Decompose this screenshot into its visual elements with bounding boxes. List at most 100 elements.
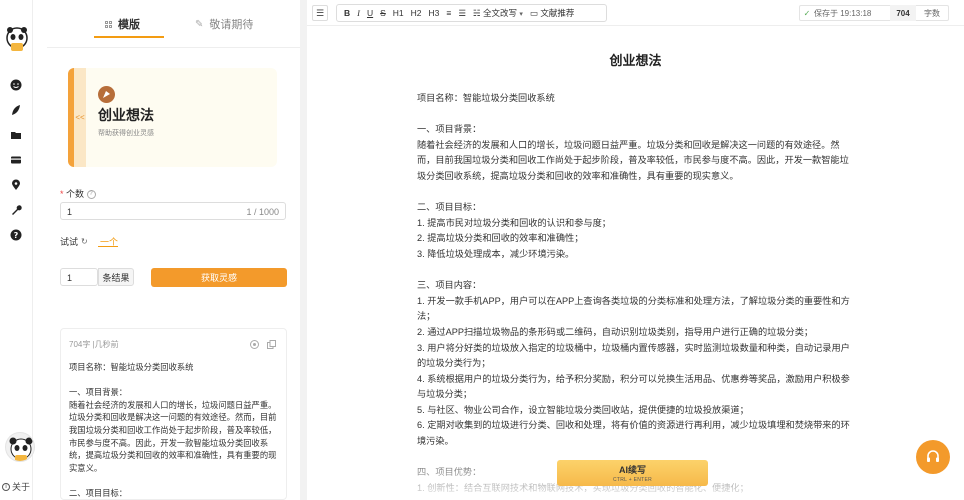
pen-icon: ✎ <box>195 18 204 30</box>
avatar[interactable] <box>5 432 35 462</box>
target-icon[interactable] <box>249 339 259 349</box>
result-count-input[interactable]: 1 <box>60 268 98 286</box>
ai-shortcut-hint: CTRL + ENTER <box>612 477 653 483</box>
document-title[interactable]: 创业想法 <box>307 50 964 69</box>
help-icon[interactable]: ? <box>9 228 23 242</box>
result-content: 项目名称：智能垃圾分类回收系统一、项目背景： 随着社会经济的发展和人口的增长，垃圾… <box>69 361 281 499</box>
h1-button[interactable]: H1 <box>393 8 404 18</box>
doc-paragraph[interactable]: 项目名称：智能垃圾分类回收系统 <box>417 91 853 107</box>
refresh-icon[interactable]: ↻ <box>81 237 88 246</box>
card-icon[interactable] <box>9 153 23 167</box>
tab-coming-label: 敬请期待 <box>209 19 254 31</box>
doc-paragraph[interactable]: 三、项目内容： 1. 开发一款手机APP，用户可以在APP上查询各类垃圾的分类标准… <box>417 278 853 450</box>
check-icon: ✓ <box>803 8 811 18</box>
ai-continue-button[interactable]: AI续写 CTRL + ENTER <box>557 460 708 486</box>
doc-line: 3. 用户将分好类的垃圾放入指定的垃圾桶中，垃圾桶内置传感器，实时监测垃圾数量和… <box>417 342 850 369</box>
h2-button[interactable]: H2 <box>411 8 422 18</box>
word-count-unit: 字数 <box>924 8 940 18</box>
doc-line: 2. 通过APP扫描垃圾物品的条形码或二维码，自动识别垃圾类别，指导用户进行正确… <box>417 326 814 337</box>
doc-paragraph[interactable]: 一、项目背景： 随着社会经济的发展和人口的增长，垃圾问题日益严重。垃圾分类和回收是… <box>417 122 853 184</box>
question-icon[interactable]: ? <box>86 190 96 200</box>
rewrite-button[interactable]: ☵ 全文改写 ▾ <box>473 7 523 19</box>
doc-line: 3. 降低垃圾处理成本，减少环境污染。 <box>417 248 575 259</box>
card-subtitle: 帮助获得创业灵感 <box>98 130 154 137</box>
doc-line: 6. 定期对收集到的垃圾进行分类、回收和处理，将有价值的资源进行再利用，减少垃圾… <box>417 420 850 447</box>
grid-icon <box>105 20 112 28</box>
rewrite-icon: ☵ <box>473 8 483 18</box>
doc-line: 4. 系统根据用户的垃圾分类行为，给予积分奖励，积分可以兑换生活用品、优惠券等奖… <box>417 373 850 400</box>
try-label-text: 试试 <box>60 237 79 247</box>
menu-icon: ☰ <box>315 7 325 18</box>
count-label: * 个数 ? <box>60 187 96 200</box>
tab-coming-soon[interactable]: ✎ 敬请期待 <box>195 16 253 32</box>
menu-toggle-button[interactable]: ☰ <box>312 5 328 21</box>
bold-button[interactable]: B <box>344 8 350 18</box>
recommend-label: 文献推荐 <box>540 8 575 18</box>
smile-icon[interactable] <box>9 78 23 92</box>
collapse-handle[interactable]: << <box>74 68 86 167</box>
collapse-chevron-icon: << <box>75 113 85 122</box>
result-card[interactable]: 704字 |几秒前 项目名称：智能垃圾分类回收系统一、项目背景： 随着社会经济的发… <box>60 328 287 500</box>
save-status: ✓ 保存于 19:13:18 704 字数 <box>799 5 949 21</box>
editor-toolbar: ☰ B I U S H1 H2 H3 ≡ ☰ ☵ 全文改写 ▾ ▭ 文献推荐 ✓… <box>307 0 964 26</box>
ai-continue-label: AI续写 <box>618 465 646 475</box>
doc-line: 随着社会经济的发展和人口的增长，垃圾问题日益严重。垃圾分类和回收是解决这一问题的… <box>417 139 849 181</box>
ordered-list-icon[interactable]: ≡ <box>446 8 451 18</box>
bullet-list-icon[interactable]: ☰ <box>458 8 466 19</box>
strikethrough-button[interactable]: S <box>380 8 386 18</box>
saved-time: 保存于 19:13:18 <box>814 8 872 18</box>
feather-icon[interactable] <box>9 103 23 117</box>
count-value: 1 <box>67 207 73 217</box>
doc-paragraph[interactable]: 二、项目目标： 1. 提高市民对垃圾分类和回收的认识和参与度； 2. 提高垃圾分类和… <box>417 200 853 262</box>
doc-line: 一、项目背景： <box>417 124 482 135</box>
required-mark: * <box>60 189 64 199</box>
doc-line: 5. 与社区、物业公司合作，设立智能垃圾分类回收站，提供便捷的垃圾投放渠道； <box>417 404 749 415</box>
app-rail: ? i 关于 <box>0 0 35 500</box>
chevron-down-icon: ▾ <box>519 11 523 18</box>
tab-template[interactable]: 模版 <box>105 16 140 32</box>
svg-text:?: ? <box>14 231 19 240</box>
generate-button[interactable]: 获取灵感 <box>151 268 287 287</box>
wrench-icon[interactable] <box>9 203 23 217</box>
recommend-button[interactable]: ▭ 文献推荐 <box>530 7 574 19</box>
info-icon: i <box>2 482 10 491</box>
result-paragraph: 项目名称：智能垃圾分类回收系统 <box>69 362 194 372</box>
document-body[interactable]: 项目名称：智能垃圾分类回收系统一、项目背景： 随着社会经济的发展和人口的增长，垃圾… <box>417 91 853 500</box>
panel-tabs: 模版 ✎ 敬请期待 <box>47 0 300 48</box>
result-meta: 704字 |几秒前 <box>69 340 119 349</box>
doc-line: 三、项目内容： <box>417 280 482 291</box>
folder-icon[interactable] <box>9 128 23 142</box>
about-link[interactable]: i 关于 <box>2 480 30 493</box>
h3-button[interactable]: H3 <box>429 8 440 18</box>
compass-icon <box>98 86 115 103</box>
active-tab-indicator <box>94 36 164 38</box>
doc-line: 2. 提高垃圾分类和回收的效率和准确性； <box>417 233 584 244</box>
try-label: 试试 ↻ <box>60 235 88 248</box>
panel-divider <box>300 0 307 500</box>
count-input[interactable]: 1 1 / 1000 <box>60 202 286 220</box>
doc-line: 1. 开发一款手机APP，用户可以在APP上查询各类垃圾的分类标准和处理方法，了… <box>417 295 850 322</box>
italic-button[interactable]: I <box>357 8 360 18</box>
word-count: 704 <box>890 5 916 21</box>
count-label-text: 个数 <box>66 189 85 199</box>
card-title: 创业想法 <box>98 107 154 123</box>
result-count-value: 1 <box>67 273 73 283</box>
support-button[interactable] <box>916 440 950 474</box>
template-card[interactable]: << 创业想法 帮助获得创业灵感 <box>68 68 277 167</box>
recommend-icon: ▭ <box>529 8 541 18</box>
doc-line: 1. 提高市民对垃圾分类和回收的认识和参与度； <box>417 217 611 228</box>
about-label: 关于 <box>12 482 31 492</box>
result-count-unit: 条结果 <box>98 268 134 286</box>
count-limit: 1 / 1000 <box>246 207 279 217</box>
panda-logo-icon[interactable] <box>5 26 29 52</box>
location-icon[interactable] <box>9 178 23 192</box>
rewrite-label: 全文改写 <box>483 8 518 18</box>
result-paragraph: 一、项目背景： 随着社会经济的发展和人口的增长，垃圾问题日益严重。垃圾分类和回收是… <box>69 387 277 473</box>
format-toolbar: B I U S H1 H2 H3 ≡ ☰ ☵ 全文改写 ▾ ▭ 文献推荐 <box>336 4 607 22</box>
result-paragraph: 二、项目目标： <box>69 487 128 498</box>
doc-line: 二、项目目标： <box>417 202 482 213</box>
copy-icon[interactable] <box>266 339 276 349</box>
editor-document[interactable]: 创业想法 项目名称：智能垃圾分类回收系统一、项目背景： 随着社会经济的发展和人口的… <box>307 26 964 500</box>
underline-button[interactable]: U <box>367 8 373 18</box>
headset-icon <box>927 450 939 462</box>
